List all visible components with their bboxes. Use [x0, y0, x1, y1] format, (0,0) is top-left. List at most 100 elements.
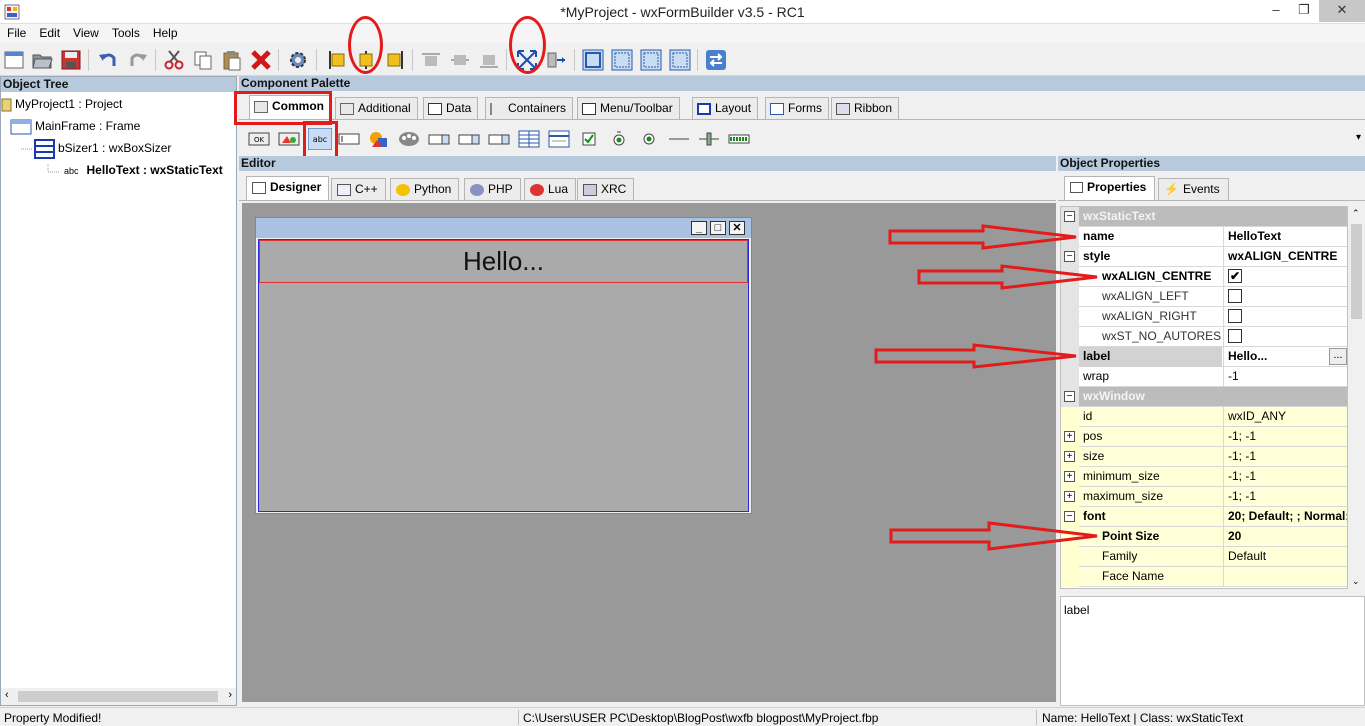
property-row-label[interactable]: label Hello......	[1061, 347, 1347, 367]
listctrl-widget-icon[interactable]	[548, 130, 570, 148]
tab-forms[interactable]: Forms	[765, 97, 829, 119]
tab-properties[interactable]: Properties	[1064, 176, 1156, 200]
border-top-icon[interactable]	[611, 49, 633, 71]
cut-icon[interactable]	[163, 49, 185, 71]
property-row-wrap[interactable]: wrap -1	[1061, 367, 1347, 387]
scrollbar-thumb[interactable]	[18, 691, 218, 702]
frame-maximize-button[interactable]: □	[710, 221, 726, 235]
property-value[interactable]	[1223, 327, 1347, 347]
frame-body-sizer[interactable]: Hello...	[258, 239, 749, 512]
tab-events[interactable]: ⚡ Events	[1158, 178, 1229, 200]
swap-icon[interactable]	[705, 49, 727, 71]
tab-menu-toolbar[interactable]: Menu/Toolbar	[577, 97, 680, 119]
choice-widget-icon[interactable]	[428, 130, 450, 148]
bitmap-button-widget-icon[interactable]	[278, 130, 300, 148]
property-row-pos[interactable]: + pos -1; -1	[1061, 427, 1347, 447]
grid-list-widget-icon[interactable]	[518, 130, 540, 148]
menu-help[interactable]: Help	[146, 24, 184, 40]
property-value[interactable]: -1; -1	[1223, 467, 1347, 487]
tab-additional[interactable]: Additional	[335, 97, 418, 119]
slider-widget-icon[interactable]	[698, 130, 720, 148]
scrollbar-thumb[interactable]	[1351, 224, 1362, 319]
border-all-icon[interactable]	[582, 49, 604, 71]
expand-icon[interactable]: +	[1064, 471, 1075, 482]
edit-label-button[interactable]: ...	[1329, 348, 1347, 365]
collapse-icon[interactable]: −	[1064, 211, 1075, 222]
property-grid-scrollbar[interactable]: ⌃ ⌄	[1348, 206, 1365, 589]
scroll-left-icon[interactable]: ‹	[5, 689, 9, 701]
close-button[interactable]: ✕	[1319, 0, 1365, 22]
tab-xrc[interactable]: XRC	[577, 178, 635, 200]
checkbox[interactable]	[1228, 308, 1242, 323]
property-row-style[interactable]: − style wxALIGN_CENTRE	[1061, 247, 1347, 267]
collapse-icon[interactable]: −	[1064, 391, 1075, 402]
menu-edit[interactable]: Edit	[32, 24, 66, 40]
undo-icon[interactable]	[97, 49, 119, 71]
designer-frame[interactable]: _ □ ✕ Hello...	[255, 217, 752, 514]
align-middle-icon[interactable]	[449, 49, 471, 71]
property-value[interactable]	[1223, 307, 1347, 327]
maximize-button[interactable]: ❐	[1290, 0, 1318, 22]
tab-ribbon[interactable]: Ribbon	[831, 97, 900, 119]
delete-icon[interactable]	[250, 49, 272, 71]
frame-minimize-button[interactable]: _	[691, 221, 707, 235]
gear-icon[interactable]	[287, 49, 309, 71]
align-top-icon[interactable]	[420, 49, 442, 71]
property-row-size[interactable]: + size -1; -1	[1061, 447, 1347, 467]
static-bitmap-widget-icon[interactable]	[368, 130, 390, 148]
tab-containers[interactable]: Containers	[485, 97, 574, 119]
tab-layout[interactable]: Layout	[692, 97, 759, 119]
tree-item-mainframe[interactable]: MainFrame : Frame	[10, 117, 140, 135]
property-value[interactable]: -1	[1223, 367, 1347, 387]
border-right-icon[interactable]	[669, 49, 691, 71]
property-row-maximum-size[interactable]: + maximum_size -1; -1	[1061, 487, 1347, 507]
hello-static-text[interactable]: Hello...	[259, 240, 748, 283]
property-value[interactable]: -1; -1	[1223, 427, 1347, 447]
gauge-widget-icon[interactable]	[728, 130, 750, 148]
property-row-minimum-size[interactable]: + minimum_size -1; -1	[1061, 467, 1347, 487]
tab-lua[interactable]: Lua	[524, 178, 577, 200]
tree-item-hellotext[interactable]: abc HelloText : wxStaticText	[47, 161, 223, 179]
button-widget-icon[interactable]: OK	[248, 130, 270, 148]
property-value[interactable]: 20; Default; ; Normal;	[1223, 507, 1347, 527]
property-value[interactable]: -1; -1	[1223, 447, 1347, 467]
expand-icon[interactable]: +	[1064, 431, 1075, 442]
scroll-up-icon[interactable]: ⌃	[1352, 208, 1360, 219]
menu-view[interactable]: View	[66, 24, 105, 40]
checkbox[interactable]	[1228, 328, 1242, 343]
checkbox-widget-icon[interactable]	[578, 130, 600, 148]
align-left-icon[interactable]	[326, 49, 348, 71]
tab-data[interactable]: Data	[423, 97, 479, 119]
menu-file[interactable]: File	[0, 24, 32, 40]
property-row-family[interactable]: Family Default	[1061, 547, 1347, 567]
redo-icon[interactable]	[127, 49, 149, 71]
static-line-widget-icon[interactable]	[668, 130, 690, 148]
scroll-down-icon[interactable]: ⌄	[1352, 576, 1360, 587]
property-row-align-centre[interactable]: wxALIGN_CENTRE ✔	[1061, 267, 1347, 287]
menu-tools[interactable]: Tools	[105, 24, 146, 40]
property-row-no-autoresize[interactable]: wxST_NO_AUTORESIZE	[1061, 327, 1347, 347]
copy-icon[interactable]	[192, 49, 214, 71]
tab-python[interactable]: Python	[390, 178, 460, 200]
property-value[interactable]: -1; -1	[1223, 487, 1347, 507]
tab-cpp[interactable]: C++	[331, 178, 386, 200]
property-row-face-name[interactable]: Face Name	[1061, 567, 1347, 587]
property-value[interactable]	[1223, 567, 1347, 587]
property-value[interactable]: ✔	[1223, 267, 1347, 287]
combo-box-widget-icon[interactable]	[398, 130, 420, 148]
text-ctrl-widget-icon[interactable]	[338, 130, 360, 148]
expand-icon[interactable]: +	[1064, 491, 1075, 502]
collapse-icon[interactable]: −	[1064, 251, 1075, 262]
border-left-icon[interactable]	[640, 49, 662, 71]
property-value[interactable]: Default	[1223, 547, 1347, 567]
palette-overflow-icon[interactable]: ▾	[1356, 132, 1361, 143]
radio-button-widget-icon[interactable]	[608, 130, 630, 148]
align-right-icon[interactable]	[384, 49, 406, 71]
property-value[interactable]: wxID_ANY	[1223, 407, 1347, 427]
tab-php[interactable]: PHP	[464, 178, 521, 200]
spin-ctrl-widget-icon[interactable]	[488, 130, 510, 148]
save-icon[interactable]	[60, 49, 82, 71]
checkbox[interactable]	[1228, 288, 1242, 303]
frame-close-button[interactable]: ✕	[729, 221, 745, 235]
new-project-icon[interactable]	[3, 49, 25, 71]
